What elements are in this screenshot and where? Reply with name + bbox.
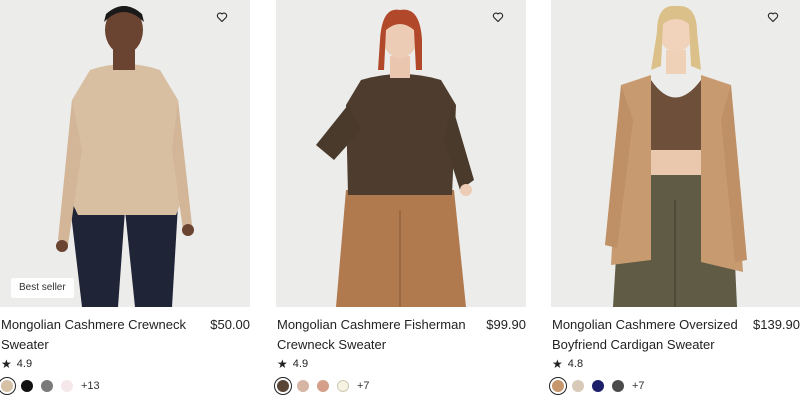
color-swatch[interactable] (572, 380, 584, 392)
product-image[interactable] (551, 0, 800, 307)
status-badge: Best seller (11, 278, 74, 298)
star-icon: ★ (552, 357, 563, 371)
more-colors-link[interactable]: +7 (632, 380, 645, 392)
product-image[interactable]: Best seller (0, 0, 250, 307)
color-swatch[interactable] (0, 377, 16, 395)
product-title[interactable]: Mongolian Cashmere Crewneck Sweater (1, 315, 206, 355)
product-grid: Best seller Mongolian Cashmere Crewneck … (0, 0, 800, 408)
more-colors-link[interactable]: +13 (81, 380, 100, 392)
product-rating: ★ 4.9 (1, 357, 32, 371)
color-swatch[interactable] (612, 380, 624, 392)
product-card[interactable]: Best seller Mongolian Cashmere Crewneck … (0, 0, 250, 408)
product-price: $139.90 (753, 317, 800, 332)
color-swatches: +7 (274, 377, 370, 395)
wishlist-button[interactable] (216, 11, 232, 27)
more-colors-link[interactable]: +7 (357, 380, 370, 392)
color-swatch[interactable] (21, 380, 33, 392)
product-card[interactable]: Mongolian Cashmere Oversized Boyfriend C… (549, 0, 800, 408)
product-card[interactable]: Mongolian Cashmere Fisherman Crewneck Sw… (274, 0, 526, 408)
color-swatch[interactable] (274, 377, 292, 395)
wishlist-button[interactable] (767, 11, 783, 27)
color-swatch[interactable] (549, 377, 567, 395)
rating-value: 4.8 (567, 358, 584, 370)
rating-value: 4.9 (16, 358, 33, 370)
heart-outline-icon (492, 12, 504, 23)
color-swatch[interactable] (317, 380, 329, 392)
color-swatch[interactable] (337, 380, 349, 392)
rating-value: 4.9 (292, 358, 309, 370)
product-rating: ★ 4.9 (277, 357, 308, 371)
color-swatch[interactable] (41, 380, 53, 392)
heart-outline-icon (216, 12, 228, 23)
product-image[interactable] (276, 0, 526, 307)
heart-outline-icon (767, 12, 779, 23)
product-price: $50.00 (210, 317, 250, 332)
star-icon: ★ (277, 357, 288, 371)
product-rating: ★ 4.8 (552, 357, 583, 371)
color-swatches: +13 (0, 377, 100, 395)
product-title[interactable]: Mongolian Cashmere Oversized Boyfriend C… (552, 315, 757, 355)
color-swatch[interactable] (61, 380, 73, 392)
star-icon: ★ (1, 357, 12, 371)
product-price: $99.90 (486, 317, 526, 332)
color-swatch[interactable] (592, 380, 604, 392)
product-title[interactable]: Mongolian Cashmere Fisherman Crewneck Sw… (277, 315, 482, 355)
color-swatch[interactable] (297, 380, 309, 392)
wishlist-button[interactable] (492, 11, 508, 27)
color-swatches: +7 (549, 377, 645, 395)
